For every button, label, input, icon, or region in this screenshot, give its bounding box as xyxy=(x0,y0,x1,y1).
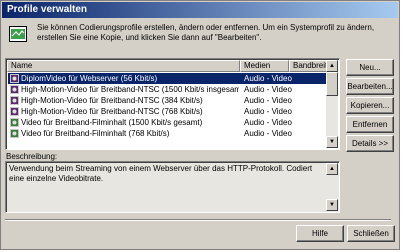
list-item[interactable]: High-Motion-Video für Breitband-NTSC (76… xyxy=(8,106,328,117)
description-label: Beschreibung: xyxy=(6,152,58,161)
profile-media: Audio - Video xyxy=(244,118,292,127)
profile-icon xyxy=(9,26,27,42)
list-item[interactable]: Video für Breitband-Filminhalt (1500 Kbi… xyxy=(8,117,328,128)
description-box: Verwendung beim Streaming von einem Webs… xyxy=(5,161,340,213)
profile-name: High-Motion-Video für Breitband-NTSC (15… xyxy=(21,85,239,94)
intro-section: Sie können Codierungsprofile erstellen, … xyxy=(7,23,393,52)
profile-name: Video für Breitband-Filminhalt (1500 Kbi… xyxy=(21,118,203,127)
profile-name: High-Motion-Video für Breitband-NTSC (38… xyxy=(21,96,203,105)
list-item[interactable]: DiplomVideo für Webserver (56 Kbit/s) Au… xyxy=(8,73,328,84)
edit-button[interactable]: Bearbeiten... xyxy=(346,78,394,95)
media-profile-icon xyxy=(10,74,19,83)
profile-dialog: Profile verwalten Sie können Codierungsp… xyxy=(0,0,400,250)
scroll-down-icon[interactable]: ▼ xyxy=(326,199,338,211)
title-bar: Profile verwalten xyxy=(2,2,398,18)
column-header-media[interactable]: Medien xyxy=(240,60,289,72)
list-item[interactable]: High-Motion-Video für Breitband-NTSC (38… xyxy=(8,95,328,106)
profile-media: Audio - Video xyxy=(244,85,292,94)
window-title: Profile verwalten xyxy=(7,4,88,15)
profile-media: Audio - Video xyxy=(244,96,292,105)
description-scrollbar[interactable]: ▲ ▼ xyxy=(326,163,338,211)
profile-media: Audio - Video xyxy=(244,74,292,83)
media-profile-icon xyxy=(10,107,19,116)
list-scrollbar[interactable]: ▲ ▼ xyxy=(326,60,338,148)
remove-button[interactable]: Entfernen xyxy=(346,116,394,133)
media-profile-icon xyxy=(10,118,19,127)
media-profile-icon xyxy=(10,129,19,138)
column-header-bandwidth[interactable]: Bandbreite zu xyxy=(289,60,329,72)
help-button[interactable]: Hilfe xyxy=(296,225,344,242)
media-profile-icon xyxy=(10,96,19,105)
new-button[interactable]: Neu... xyxy=(346,59,394,76)
profile-list[interactable]: Name Medien Bandbreite zu DiplomVideo fü… xyxy=(5,58,340,150)
footer-divider xyxy=(5,219,391,221)
profile-name: High-Motion-Video für Breitband-NTSC (76… xyxy=(21,107,203,116)
scroll-up-icon[interactable]: ▲ xyxy=(326,163,338,175)
profile-media: Audio - Video xyxy=(244,129,292,138)
scroll-down-icon[interactable]: ▼ xyxy=(326,136,338,148)
media-profile-icon xyxy=(10,85,19,94)
details-button[interactable]: Details >> xyxy=(346,135,394,152)
list-item[interactable]: High-Motion-Video für Breitband-NTSC (15… xyxy=(8,84,328,95)
intro-text: Sie können Codierungsprofile erstellen, … xyxy=(37,23,375,42)
description-text: Verwendung beim Streaming von einem Webs… xyxy=(9,164,313,183)
close-button[interactable]: Schließen xyxy=(347,225,395,242)
column-header-name[interactable]: Name xyxy=(7,60,240,72)
profile-name: DiplomVideo für Webserver (56 Kbit/s) xyxy=(21,74,158,83)
profile-name: Video für Breitband-Filminhalt (768 Kbit… xyxy=(21,129,170,138)
list-item[interactable]: Video für Breitband-Filminhalt (768 Kbit… xyxy=(8,128,328,139)
scroll-up-icon[interactable]: ▲ xyxy=(326,60,338,72)
profile-media: Audio - Video xyxy=(244,107,292,116)
scroll-thumb[interactable] xyxy=(326,72,338,96)
copy-button[interactable]: Kopieren... xyxy=(346,97,394,114)
